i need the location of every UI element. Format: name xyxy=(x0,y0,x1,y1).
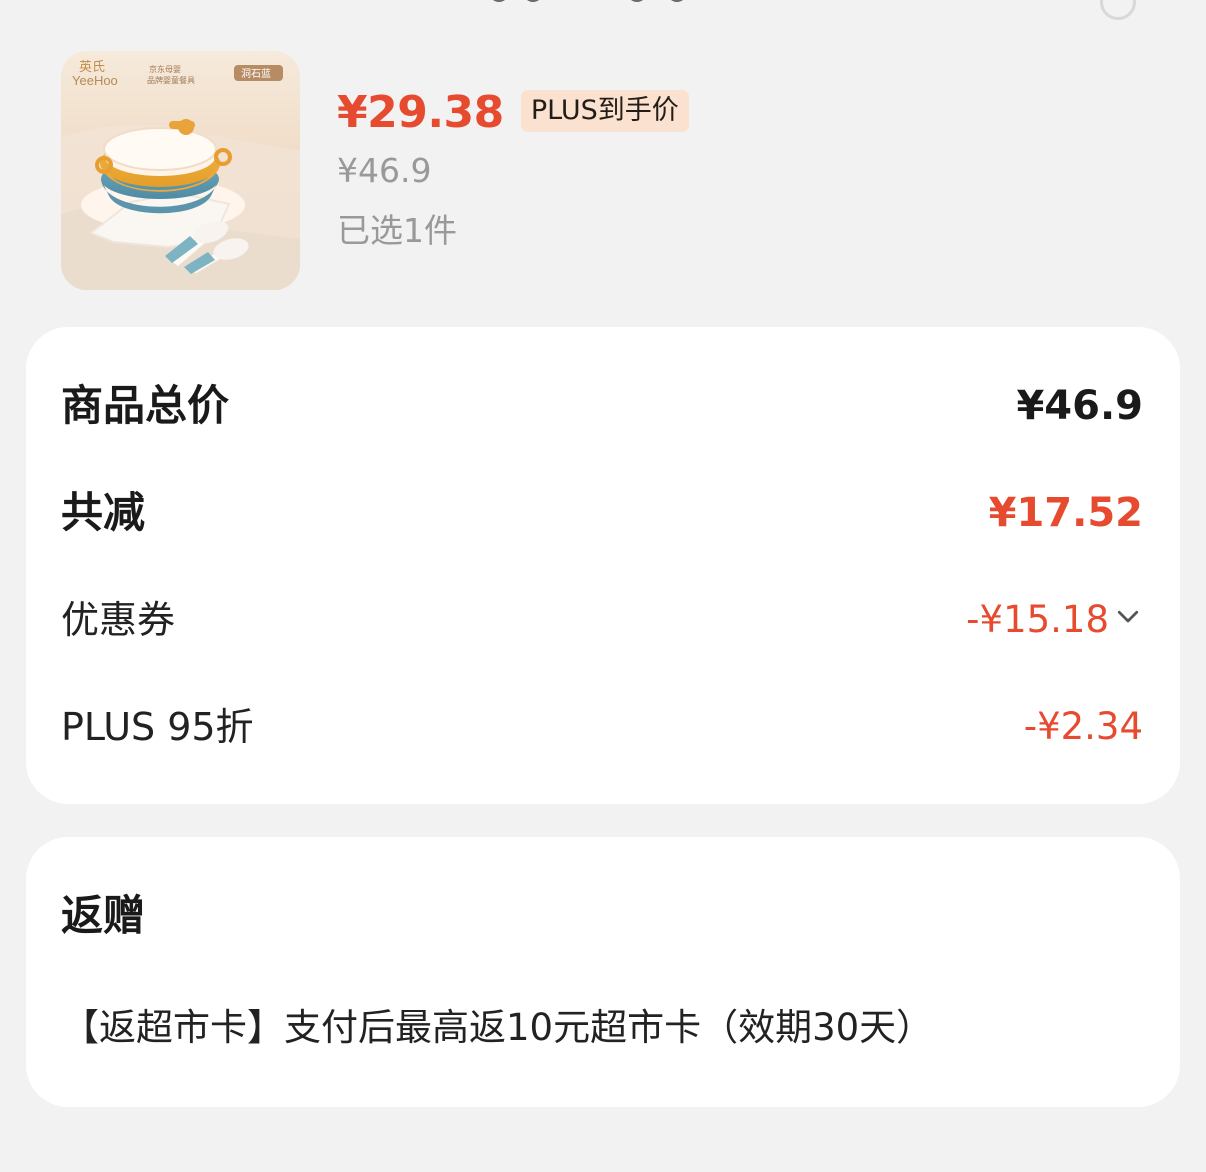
coupon-value: -¥15.18 xyxy=(966,598,1109,641)
brand-mark-text: 英氏 xyxy=(79,59,105,74)
total-discount-value: ¥17.52 xyxy=(988,490,1143,536)
total-discount-row: 共减 ¥17.52 xyxy=(61,486,1143,540)
current-price: ¥29.38 xyxy=(337,87,504,138)
top-cut-icon-1 xyxy=(490,0,508,2)
top-cut-icon-3 xyxy=(628,0,646,2)
product-image[interactable]: 英氏 YeeHoo 京东母婴 品牌婴童餐具 洞石蓝 xyxy=(61,51,300,290)
plus-price-tag: PLUS到手价 xyxy=(520,90,689,132)
plus-discount-label: PLUS 95折 xyxy=(61,705,254,749)
plus-discount-value: -¥2.34 xyxy=(1023,705,1143,748)
product-image-illustration: 英氏 YeeHoo 京东母婴 品牌婴童餐具 洞石蓝 xyxy=(61,51,300,290)
color-badge-text: 洞石蓝 xyxy=(241,68,271,80)
brand-subtitle-text: 京东母婴 xyxy=(149,64,181,74)
selected-count: 已选1件 xyxy=(337,211,457,250)
subtotal-label: 商品总价 xyxy=(61,381,230,430)
plus-discount-row: PLUS 95折 -¥2.34 xyxy=(61,700,1143,754)
price-block: ¥29.38 PLUS到手价 ¥46.9 已选1件 xyxy=(337,85,689,251)
brand-subtitle2-text: 品牌婴童餐具 xyxy=(147,75,195,85)
top-cut-icon-2 xyxy=(524,0,542,2)
price-breakdown-card: 商品总价 ¥46.9 共减 ¥17.52 优惠券 -¥15.18 PLUS 95… xyxy=(26,327,1180,804)
total-discount-label: 共减 xyxy=(61,488,146,537)
subtotal-value: ¥46.9 xyxy=(1016,383,1143,429)
original-price: ¥46.9 xyxy=(337,151,432,190)
product-summary: 英氏 YeeHoo 京东母婴 品牌婴童餐具 洞石蓝 ¥29.38 PLUS到手价… xyxy=(61,51,1141,291)
coupon-label: 优惠券 xyxy=(61,598,176,642)
gift-card: 返赠 【返超市卡】支付后最高返10元超市卡（效期30天） xyxy=(26,837,1180,1107)
subtotal-row: 商品总价 ¥46.9 xyxy=(61,379,1143,433)
gift-title: 返赠 xyxy=(61,891,146,940)
coupon-row[interactable]: 优惠券 -¥15.18 xyxy=(61,593,1143,647)
gift-text: 【返超市卡】支付后最高返10元超市卡（效期30天） xyxy=(62,1006,934,1049)
top-close-button-fragment[interactable] xyxy=(1100,0,1136,20)
chevron-down-icon[interactable] xyxy=(1113,601,1143,631)
top-cut-off-elements xyxy=(490,0,720,4)
top-cut-icon-4 xyxy=(668,0,686,2)
brand-name-text: YeeHoo xyxy=(72,73,118,88)
